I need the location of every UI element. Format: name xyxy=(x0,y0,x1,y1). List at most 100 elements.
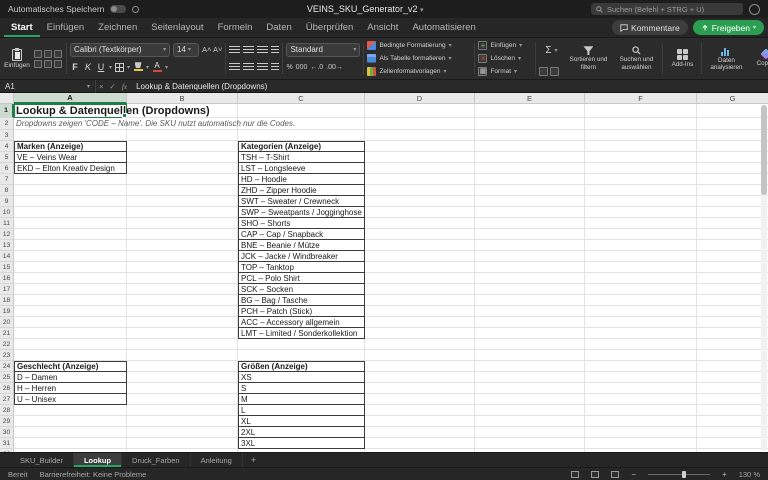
cell-C12[interactable]: CAP – Cap / Snapback xyxy=(238,229,365,240)
cell-C16[interactable]: PCL – Polo Shirt xyxy=(238,273,365,284)
sheet-tab-lookup[interactable]: Lookup xyxy=(74,453,122,467)
cell-A13[interactable] xyxy=(14,240,127,251)
cell-G31[interactable] xyxy=(697,438,768,449)
zoom-slider[interactable] xyxy=(648,474,710,475)
row-header-26[interactable]: 26 xyxy=(0,383,14,394)
cell-A15[interactable] xyxy=(14,262,127,273)
save-icon[interactable] xyxy=(132,6,139,13)
copy-icon[interactable] xyxy=(44,50,52,58)
cell-G5[interactable] xyxy=(697,152,768,163)
row-header-7[interactable]: 7 xyxy=(0,174,14,185)
cell-B3[interactable] xyxy=(127,130,238,141)
cell-F6[interactable] xyxy=(585,163,697,174)
cell-A10[interactable] xyxy=(14,207,127,218)
cell-D21[interactable] xyxy=(365,328,475,339)
cell-G1[interactable] xyxy=(697,104,768,118)
cell-C27[interactable]: M xyxy=(238,394,365,405)
cell-E22[interactable] xyxy=(475,339,585,350)
cell-E30[interactable] xyxy=(475,427,585,438)
cell-E31[interactable] xyxy=(475,438,585,449)
number-icon-3[interactable]: .00→ xyxy=(326,64,343,71)
cell-B24[interactable] xyxy=(127,361,238,372)
cell-F10[interactable] xyxy=(585,207,697,218)
cell-G2[interactable] xyxy=(697,118,768,130)
cell-B14[interactable] xyxy=(127,251,238,262)
cell-A17[interactable] xyxy=(14,284,127,295)
cell-E18[interactable] xyxy=(475,295,585,306)
ribbon-tab-formeln[interactable]: Formeln xyxy=(211,19,260,37)
autosum-caret-icon[interactable]: ▾ xyxy=(555,47,558,54)
cell-A5[interactable]: VE – Veins Wear xyxy=(14,152,127,163)
align-middle-icon[interactable] xyxy=(243,46,254,54)
cell-A27[interactable]: U – Unisex xyxy=(14,394,127,405)
cell-F16[interactable] xyxy=(585,273,697,284)
cell-C10[interactable]: SWP – Sweatpants / Jogginghose xyxy=(238,207,365,218)
cell-E27[interactable] xyxy=(475,394,585,405)
cell-C4[interactable]: Kategorien (Anzeige) xyxy=(238,141,365,152)
repeat-icon[interactable] xyxy=(54,60,62,68)
cell-A4[interactable]: Marken (Anzeige) xyxy=(14,141,127,152)
cell-B10[interactable] xyxy=(127,207,238,218)
cell-C3[interactable] xyxy=(238,130,365,141)
font-name-select[interactable]: Calibri (Textkörper) ▾ xyxy=(70,43,170,57)
cell-E17[interactable] xyxy=(475,284,585,295)
name-box[interactable]: A1 ▾ xyxy=(0,80,96,93)
row-header-1[interactable]: 1 xyxy=(0,104,14,118)
bold-button[interactable]: F xyxy=(70,62,80,72)
row-header-10[interactable]: 10 xyxy=(0,207,14,218)
cell-C29[interactable]: XL xyxy=(238,416,365,427)
column-header-B[interactable]: B xyxy=(127,93,238,104)
cell-B6[interactable] xyxy=(127,163,238,174)
cell-G20[interactable] xyxy=(697,317,768,328)
fill-down-icon[interactable] xyxy=(539,67,548,76)
cell-D14[interactable] xyxy=(365,251,475,262)
row-header-19[interactable]: 19 xyxy=(0,306,14,317)
cell-G22[interactable] xyxy=(697,339,768,350)
column-header-E[interactable]: E xyxy=(475,93,585,104)
cell-G27[interactable] xyxy=(697,394,768,405)
cell-G21[interactable] xyxy=(697,328,768,339)
cell-D31[interactable] xyxy=(365,438,475,449)
cell-A8[interactable] xyxy=(14,185,127,196)
cell-G13[interactable] xyxy=(697,240,768,251)
cell-F7[interactable] xyxy=(585,174,697,185)
cell-B30[interactable] xyxy=(127,427,238,438)
cell-D6[interactable] xyxy=(365,163,475,174)
cell-D7[interactable] xyxy=(365,174,475,185)
zoom-in-button[interactable]: + xyxy=(722,470,727,479)
cell-A6[interactable]: EKD – Elton Kreativ Design xyxy=(14,163,127,174)
cell-B11[interactable] xyxy=(127,218,238,229)
font-color-caret-icon[interactable]: ▾ xyxy=(165,64,168,71)
cell-E12[interactable] xyxy=(475,229,585,240)
cell-C21[interactable]: LMT – Limited / Sonderkollektion xyxy=(238,328,365,339)
clear-icon[interactable] xyxy=(550,67,559,76)
cell-F19[interactable] xyxy=(585,306,697,317)
addins-button[interactable]: Add-Ins xyxy=(666,40,698,77)
align-bottom-icon[interactable] xyxy=(257,46,268,54)
cell-D28[interactable] xyxy=(365,405,475,416)
cell-E14[interactable] xyxy=(475,251,585,262)
cell-B28[interactable] xyxy=(127,405,238,416)
number-icon-0[interactable]: % xyxy=(286,64,292,71)
scrollbar-thumb[interactable] xyxy=(761,105,767,195)
row-header-20[interactable]: 20 xyxy=(0,317,14,328)
cell-E26[interactable] xyxy=(475,383,585,394)
column-header-A[interactable]: A xyxy=(14,93,127,104)
font-size-select[interactable]: 14 ▾ xyxy=(173,43,199,57)
redo-icon[interactable] xyxy=(44,60,52,68)
grow-shrink-font-icons[interactable]: A˄ A˅ xyxy=(202,45,222,54)
cell-G26[interactable] xyxy=(697,383,768,394)
underline-caret-icon[interactable]: ▾ xyxy=(109,64,112,71)
cell-E1[interactable] xyxy=(475,104,585,118)
cell-G9[interactable] xyxy=(697,196,768,207)
cell-G6[interactable] xyxy=(697,163,768,174)
cell-C18[interactable]: BG – Bag / Tasche xyxy=(238,295,365,306)
cell-B26[interactable] xyxy=(127,383,238,394)
underline-button[interactable]: U xyxy=(96,62,106,72)
row-header-21[interactable]: 21 xyxy=(0,328,14,339)
cell-G7[interactable] xyxy=(697,174,768,185)
cell-F21[interactable] xyxy=(585,328,697,339)
zoom-slider-knob[interactable] xyxy=(682,471,686,478)
cell-E29[interactable] xyxy=(475,416,585,427)
column-header-D[interactable]: D xyxy=(365,93,475,104)
